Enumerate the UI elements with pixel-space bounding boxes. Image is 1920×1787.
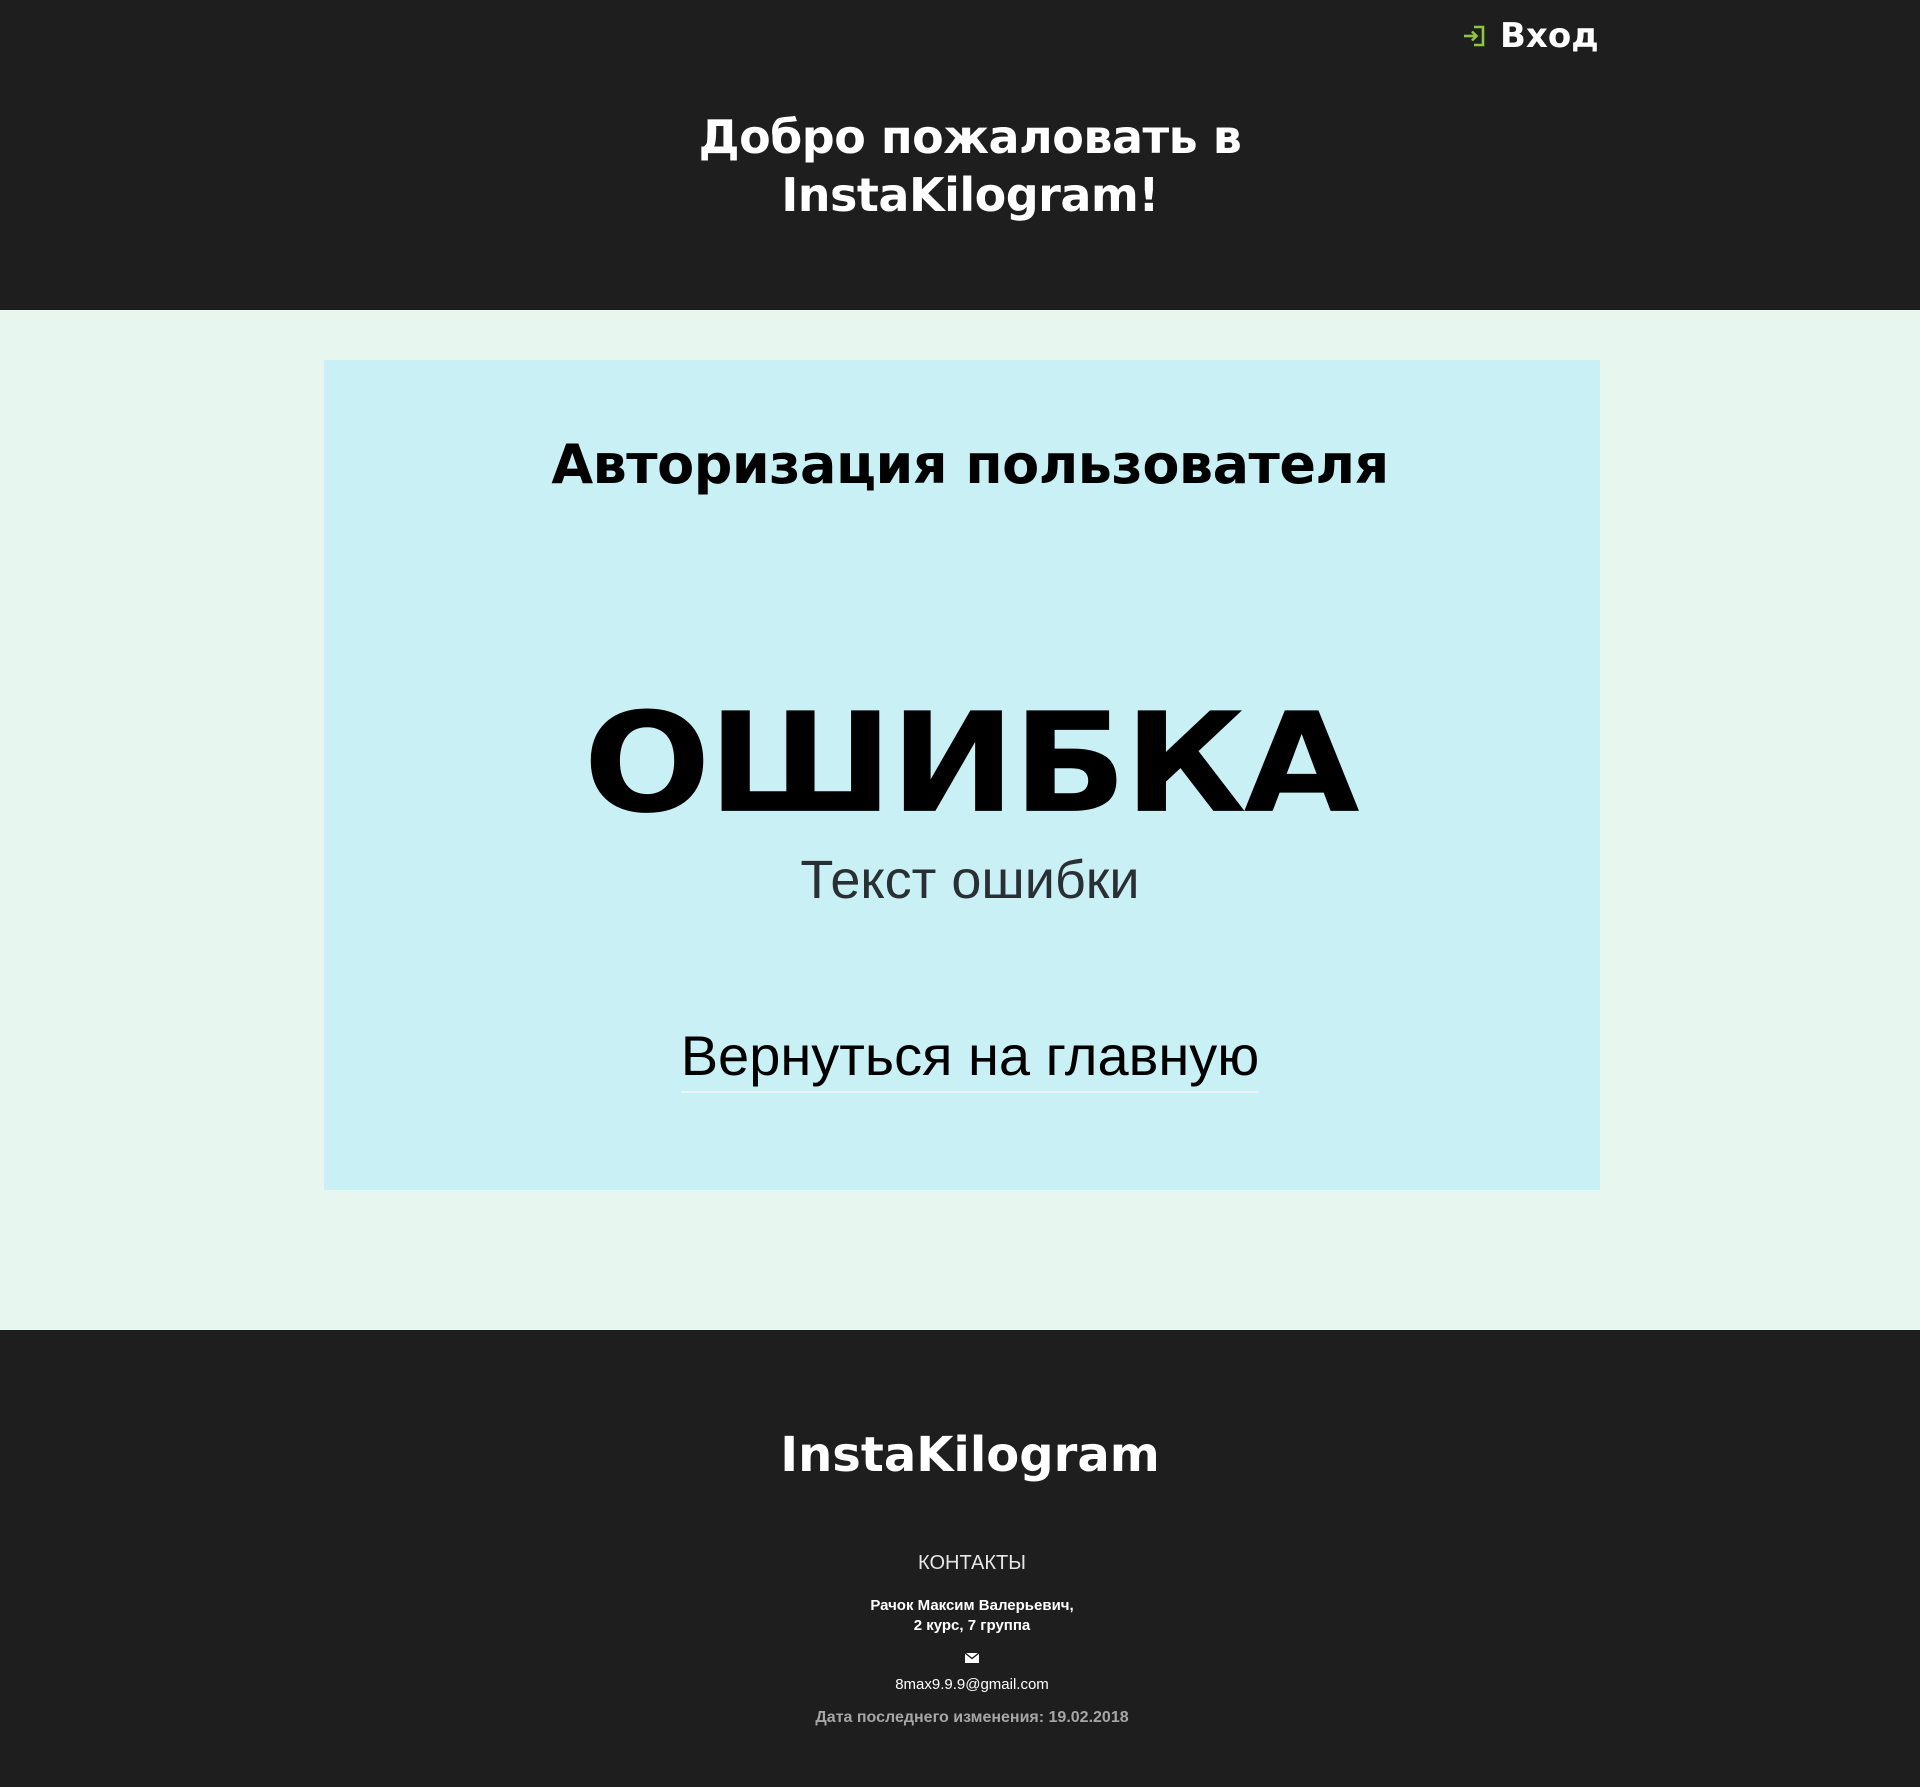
author-name: Рачок Максим Валерьевич, bbox=[870, 1597, 1074, 1614]
author-info: Рачок Максим Валерьевич, 2 курс, 7 групп… bbox=[0, 1596, 1920, 1636]
last-modified: Дата последнего изменения: 19.02.2018 bbox=[815, 1709, 1129, 1726]
error-message: Текст ошибки bbox=[800, 850, 1140, 910]
back-home-link[interactable]: Вернуться на главную bbox=[0, 1023, 1920, 1093]
error-title: ОШИБКА bbox=[583, 683, 1359, 845]
back-home-label: Вернуться на главную bbox=[680, 1023, 1260, 1093]
sign-in-icon bbox=[1464, 25, 1485, 47]
contacts-heading: КОНТАКТЫ bbox=[918, 1552, 1026, 1574]
site-footer: InstaKilogram КОНТАКТЫ Рачок Максим Вале… bbox=[0, 1330, 1920, 1787]
card-title: Авторизация пользователя bbox=[551, 433, 1389, 496]
login-link[interactable]: Вход bbox=[1462, 14, 1599, 58]
email-link[interactable]: 8max9.9.9@gmail.com bbox=[0, 1676, 1920, 1693]
welcome-line-1: Добро пожаловать в bbox=[698, 110, 1242, 164]
site-header: Вход Добро пожаловать в InstaKilogram! bbox=[0, 0, 1920, 310]
author-course: 2 курс, 7 группа bbox=[913, 1617, 1031, 1634]
footer-brand: InstaKilogram bbox=[780, 1427, 1160, 1483]
welcome-line-2: InstaKilogram! bbox=[781, 168, 1159, 222]
welcome-title: Добро пожаловать в InstaKilogram! bbox=[0, 108, 1920, 224]
login-label: Вход bbox=[1500, 16, 1599, 56]
envelope-icon bbox=[965, 1653, 979, 1663]
